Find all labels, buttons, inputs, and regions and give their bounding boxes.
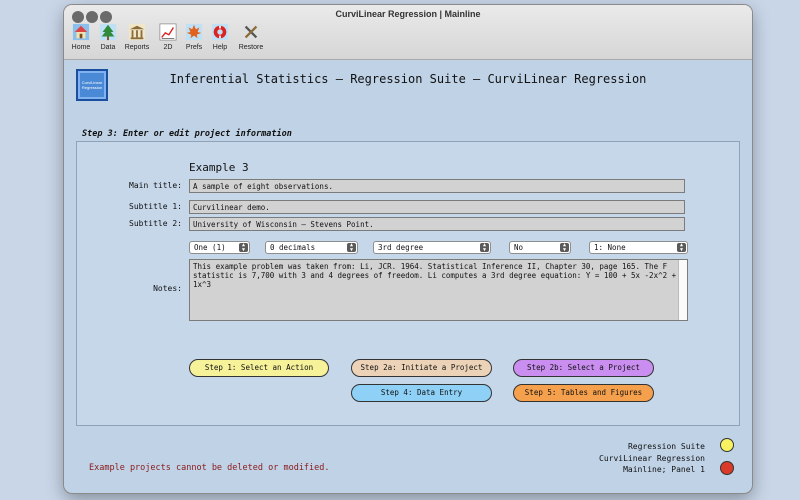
- step-label: Step 3: Enter or edit project informatio…: [82, 129, 292, 139]
- step2a-button[interactable]: Step 2a: Initiate a Project: [351, 359, 492, 377]
- app-window: CurviLinear Regression | Mainline Home D…: [64, 5, 752, 493]
- status-yellow-light: [720, 438, 734, 452]
- step2b-button[interactable]: Step 2b: Select a Project: [513, 359, 654, 377]
- toolbar-reports[interactable]: Reports: [120, 22, 154, 58]
- page-title: Inferential Statistics — Regression Suit…: [169, 72, 647, 86]
- step5-button[interactable]: Step 5: Tables and Figures: [513, 384, 654, 402]
- subtitle1-label: Subtitle 1:: [129, 202, 182, 211]
- toolbar-help[interactable]: Help: [203, 22, 237, 58]
- yes-no-select[interactable]: No ▲ ▼: [509, 241, 571, 254]
- step1-button[interactable]: Step 1: Select an Action: [189, 359, 329, 377]
- main-title-label: Main title:: [129, 181, 182, 190]
- building-icon: [127, 22, 147, 42]
- footer-message: Example projects cannot be deleted or mo…: [89, 463, 330, 473]
- updown-arrows-icon: ▲ ▼: [560, 243, 569, 252]
- subtitle1-field[interactable]: Curvilinear demo.: [189, 200, 685, 214]
- updown-arrows-icon: ▲ ▼: [480, 243, 489, 252]
- lifebuoy-icon: [210, 22, 230, 42]
- toolbar-restore[interactable]: Restore: [234, 22, 268, 58]
- updown-arrows-icon: ▲ ▼: [677, 243, 686, 252]
- tree-icon: [98, 22, 118, 42]
- status-panel: Mainline; Panel 1: [623, 465, 705, 474]
- maple-leaf-icon: [184, 22, 204, 42]
- example-title: Example 3: [189, 161, 249, 174]
- house-icon: [71, 22, 91, 42]
- notes-label: Notes:: [153, 284, 182, 293]
- notes-text: This example problem was taken from: Li,…: [193, 262, 677, 289]
- status-program: CurviLinear Regression: [599, 454, 705, 463]
- tools-icon: [241, 22, 261, 42]
- step4-button[interactable]: Step 4: Data Entry: [351, 384, 492, 402]
- subtitle2-label: Subtitle 2:: [129, 219, 182, 228]
- degree-select[interactable]: 3rd degree ▲ ▼: [373, 241, 491, 254]
- chart-icon: [158, 22, 178, 42]
- main-title-field[interactable]: A sample of eight observations.: [189, 179, 685, 193]
- updown-arrows-icon: ▲ ▼: [347, 243, 356, 252]
- window-title: CurviLinear Regression | Mainline: [335, 9, 481, 19]
- decimals-select[interactable]: 0 decimals ▲ ▼: [265, 241, 358, 254]
- notes-scrollbar[interactable]: [678, 260, 687, 320]
- notes-field[interactable]: This example problem was taken from: Li,…: [189, 259, 688, 321]
- status-red-light: [720, 461, 734, 475]
- updown-arrows-icon: ▲ ▼: [239, 243, 248, 252]
- subtitle2-field[interactable]: University of Wisconsin – Stevens Point.: [189, 217, 685, 231]
- option-select[interactable]: 1: None ▲ ▼: [589, 241, 688, 254]
- status-suite: Regression Suite: [627, 442, 705, 451]
- replicates-select[interactable]: One (1) ▲ ▼: [189, 241, 250, 254]
- title-bar: CurviLinear Regression | Mainline Home D…: [64, 5, 752, 60]
